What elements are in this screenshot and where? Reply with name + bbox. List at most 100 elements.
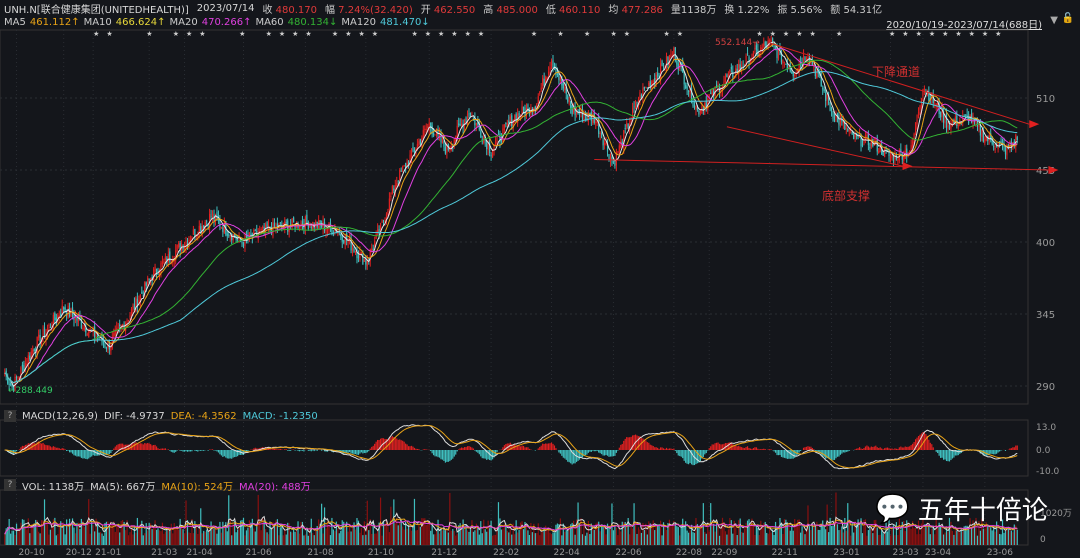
- candle: [434, 134, 436, 136]
- volume-bar: [172, 533, 174, 545]
- volume-bar: [500, 529, 503, 545]
- candle: [710, 92, 712, 94]
- volume-bar: [101, 533, 103, 545]
- annotation: ←288.449: [8, 386, 53, 396]
- volume-bar: [937, 526, 939, 545]
- candle: [769, 39, 771, 42]
- volume-bar: [375, 533, 377, 545]
- volume-bar: [477, 526, 479, 545]
- volume-bar: [858, 522, 861, 545]
- volume-bar: [646, 534, 648, 545]
- volume-bar: [779, 517, 781, 545]
- candle: [552, 60, 554, 68]
- event-star-icon: ★: [770, 30, 776, 38]
- volume-bar: [916, 534, 918, 545]
- candle: [33, 349, 35, 351]
- candle: [903, 156, 905, 162]
- volume-bar: [800, 532, 802, 545]
- volume-bar: [449, 492, 451, 545]
- volume-bar: [213, 528, 215, 545]
- price-chart[interactable]: 29034540045551020-10 20-12 21-01 21-03 21-04…: [0, 0, 1080, 558]
- candle: [605, 142, 607, 145]
- candle: [418, 141, 420, 146]
- vol-help-button[interactable]: ?: [4, 479, 16, 491]
- volume-bar: [537, 523, 539, 545]
- volume-bar: [48, 534, 50, 545]
- volume-bar: [708, 531, 710, 545]
- volume-bar: [223, 527, 225, 545]
- vol-title: VOL: 1138万: [22, 481, 85, 493]
- candle: [878, 151, 880, 154]
- event-star-icon: ★: [106, 30, 112, 38]
- event-star-icon: ★: [305, 30, 311, 38]
- candle: [923, 88, 926, 90]
- candle: [695, 106, 697, 110]
- volume-bar: [427, 524, 429, 545]
- volume-bar: [630, 525, 632, 545]
- candle: [119, 324, 121, 327]
- candle: [729, 69, 731, 74]
- volume-bar: [189, 533, 192, 545]
- volume-bar: [332, 529, 335, 545]
- volume-bar: [410, 530, 413, 545]
- volume-bar: [565, 530, 567, 545]
- volume-bar: [169, 529, 171, 545]
- volume-bar: [822, 520, 824, 545]
- candle: [387, 210, 389, 215]
- macd-help-button[interactable]: ?: [4, 410, 16, 422]
- volume-bar: [152, 527, 155, 545]
- x-tick-label: 23-03: [893, 548, 919, 558]
- volume-bar: [377, 529, 379, 545]
- volume-bar: [853, 532, 855, 545]
- candle: [830, 108, 833, 112]
- trendline: [769, 42, 1030, 125]
- volume-bar: [217, 526, 220, 545]
- candle: [222, 227, 224, 232]
- volume-bar: [729, 517, 731, 545]
- volume-bar: [539, 535, 541, 545]
- volume-bar: [891, 528, 893, 545]
- volume-bar: [531, 532, 533, 545]
- candle: [133, 303, 136, 310]
- volume-bar: [970, 527, 973, 545]
- candle: [825, 92, 827, 101]
- candle: [823, 89, 825, 91]
- wechat-icon: 💬: [875, 492, 910, 525]
- event-star-icon: ★: [465, 30, 471, 38]
- volume-bar: [820, 523, 822, 545]
- candle: [791, 71, 793, 74]
- volume-bar: [201, 533, 203, 545]
- volume-bar: [260, 530, 262, 545]
- candle: [568, 100, 570, 102]
- volume-bar: [216, 533, 218, 545]
- candle: [412, 147, 414, 151]
- candle: [178, 243, 180, 248]
- volume-bar: [116, 524, 118, 545]
- y-tick-label: 400: [1036, 238, 1055, 249]
- candle: [848, 130, 850, 132]
- volume-bar: [325, 528, 327, 545]
- volume-bar: [462, 519, 464, 545]
- volume-bar: [68, 518, 71, 545]
- candle: [304, 216, 306, 229]
- candle: [832, 112, 834, 119]
- x-tick-label: 21-12: [431, 548, 457, 558]
- volume-bar: [954, 530, 956, 545]
- candle: [393, 188, 395, 191]
- volume-bar: [83, 527, 85, 545]
- volume-bar: [994, 531, 996, 545]
- candle: [410, 148, 413, 158]
- volume-bar: [634, 521, 637, 545]
- candle: [754, 47, 756, 50]
- volume-bar: [318, 519, 320, 545]
- volume-bar: [511, 534, 513, 545]
- candle: [206, 221, 208, 223]
- volume-bar: [1010, 530, 1012, 545]
- volume-bar: [198, 527, 200, 545]
- volume-bar: [789, 530, 791, 545]
- volume-bar: [359, 532, 361, 545]
- volume-bar: [366, 500, 368, 545]
- volume-bar: [655, 525, 657, 545]
- candle: [667, 56, 669, 64]
- volume-bar: [687, 532, 690, 545]
